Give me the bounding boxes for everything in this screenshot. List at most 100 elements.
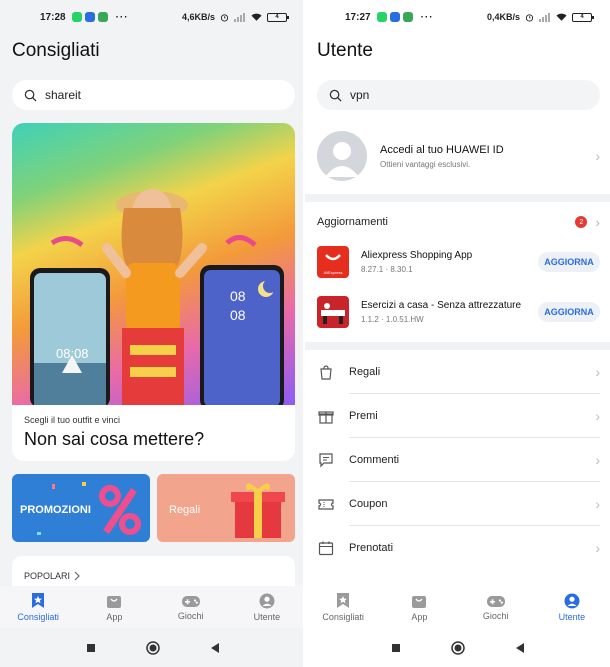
popular-label: POPOLARI bbox=[24, 571, 71, 581]
signal-icon bbox=[539, 12, 550, 22]
menu-label: Prenotati bbox=[349, 542, 394, 554]
update-button-home-workout[interactable]: AGGIORNA bbox=[538, 302, 600, 322]
menu-label: Regali bbox=[349, 366, 381, 378]
back-triangle-icon[interactable] bbox=[210, 642, 220, 654]
chevron-right-icon: › bbox=[595, 496, 600, 512]
gifts-tile[interactable]: Regali bbox=[157, 474, 295, 542]
status-time: 17:27 bbox=[345, 11, 371, 23]
banner-image: 08:08 08 08 bbox=[12, 123, 295, 410]
page-title: Consigliati bbox=[12, 40, 100, 61]
app-name: Esercizi a casa - Senza attrezzature bbox=[361, 300, 522, 311]
shield-icon bbox=[97, 12, 108, 22]
promotions-tile[interactable]: PROMOZIONI bbox=[12, 474, 150, 542]
nav-label: Utente bbox=[558, 611, 586, 622]
recents-square-icon[interactable] bbox=[86, 643, 96, 653]
search-value: vpn bbox=[350, 88, 370, 102]
avatar bbox=[317, 131, 367, 181]
menu-gifts[interactable]: Regali › bbox=[317, 350, 600, 394]
update-row-home-workout[interactable]: Esercizi a casa - Senza attrezzature 1.1… bbox=[317, 295, 600, 329]
recents-square-icon[interactable] bbox=[391, 643, 401, 653]
banner-caption: Scegli il tuo outfit e vinci Non sai cos… bbox=[12, 405, 295, 461]
updates-header[interactable]: Aggiornamenti 2 › bbox=[317, 212, 600, 232]
updates-label: Aggiornamenti bbox=[317, 216, 388, 228]
nav-recommended[interactable]: Consigliati bbox=[305, 586, 381, 628]
menu-label: Commenti bbox=[349, 454, 400, 466]
featured-banner[interactable]: 08:08 08 08 Scegli il tuo outfit e vinci… bbox=[12, 123, 295, 461]
whatsapp-icon bbox=[376, 12, 387, 22]
status-time: 17:28 bbox=[40, 11, 66, 23]
more-dots-icon: ··· bbox=[115, 11, 129, 23]
message-icon bbox=[84, 12, 95, 22]
wifi-icon bbox=[251, 13, 262, 21]
phone-left-image bbox=[30, 268, 110, 408]
chevron-right-icon: › bbox=[595, 540, 600, 556]
comment-icon bbox=[319, 453, 333, 468]
home-circle-icon[interactable] bbox=[145, 640, 160, 655]
nav-games[interactable]: Giochi bbox=[153, 586, 229, 628]
nav-label: Consigliati bbox=[322, 612, 364, 622]
recommended-screen: 17:28 ··· 4,6KB/s 4 Consigliati shareit bbox=[0, 0, 305, 667]
chevron-right-icon: › bbox=[595, 364, 600, 380]
menu-comments[interactable]: Commenti › bbox=[317, 438, 600, 482]
update-button-aliexpress[interactable]: AGGIORNA bbox=[538, 252, 600, 272]
home-circle-icon[interactable] bbox=[450, 640, 465, 655]
promotions-label: PROMOZIONI bbox=[20, 504, 91, 516]
gift-box-icon bbox=[318, 411, 334, 424]
signal-icon bbox=[234, 12, 245, 22]
gift-bag-icon bbox=[320, 365, 332, 380]
banner-title: Non sai cosa mettere? bbox=[24, 429, 205, 449]
profile-name: Accedi al tuo HUAWEI ID bbox=[380, 143, 504, 156]
phone-left-clock: 08:08 bbox=[56, 346, 89, 361]
chevron-right-icon: › bbox=[595, 408, 600, 424]
alarm-icon bbox=[220, 13, 229, 22]
updates-count-badge: 2 bbox=[575, 216, 588, 228]
banner-illustration: 08:08 08 08 bbox=[30, 189, 284, 410]
section-divider bbox=[305, 194, 610, 202]
nav-recommended[interactable]: Consigliati bbox=[0, 586, 76, 628]
star-bookmark-icon bbox=[32, 593, 45, 608]
menu-coupon[interactable]: Coupon › bbox=[317, 482, 600, 526]
menu-rewards[interactable]: Premi › bbox=[317, 394, 600, 438]
message-icon bbox=[389, 12, 400, 22]
menu-reserved[interactable]: Prenotati › bbox=[317, 526, 600, 570]
search-icon bbox=[24, 89, 37, 102]
nav-label: App bbox=[411, 611, 428, 622]
menu-label: Coupon bbox=[349, 498, 388, 510]
shield-icon bbox=[402, 12, 413, 22]
gamepad-icon bbox=[486, 595, 505, 607]
nav-label: Consigliati bbox=[17, 612, 59, 622]
back-triangle-icon[interactable] bbox=[515, 642, 525, 654]
app-version: 8.27.1 · 8.30.1 bbox=[361, 265, 413, 274]
battery-icon: 4 bbox=[267, 12, 289, 22]
huawei-id-login[interactable]: Accedi al tuo HUAWEI ID Ottieni vantaggi… bbox=[317, 128, 600, 184]
bottom-navigation: Consigliati App Giochi Utente bbox=[0, 586, 305, 628]
bag-icon bbox=[107, 595, 122, 608]
system-navigation-bar bbox=[0, 628, 305, 667]
chevron-right-icon bbox=[74, 571, 80, 581]
phone-right-clock-top: 08 bbox=[230, 288, 246, 304]
nav-apps[interactable]: App bbox=[76, 586, 152, 628]
chevron-right-icon: › bbox=[595, 148, 600, 164]
bottom-navigation: Consigliati App Giochi Utente bbox=[305, 586, 610, 628]
nav-user[interactable]: Utente bbox=[229, 586, 305, 628]
aliexpress-logo-text: AliExpress bbox=[323, 270, 343, 275]
star-bookmark-icon bbox=[337, 593, 350, 608]
profile-subtitle: Ottieni vantaggi esclusivi. bbox=[380, 159, 471, 169]
search-input[interactable]: vpn bbox=[317, 80, 600, 110]
more-dots-icon: ··· bbox=[420, 11, 434, 23]
user-icon bbox=[564, 593, 580, 608]
default-avatar-icon bbox=[325, 142, 359, 177]
nav-games[interactable]: Giochi bbox=[458, 586, 534, 628]
app-version: 1.1.2 · 1.0.51.HW bbox=[361, 315, 424, 324]
phone-right-clock-bottom: 08 bbox=[230, 307, 246, 323]
search-input[interactable]: shareit bbox=[12, 80, 295, 110]
chevron-right-icon: › bbox=[595, 214, 600, 230]
section-divider bbox=[305, 342, 610, 350]
search-icon bbox=[329, 89, 342, 102]
notification-icons bbox=[71, 12, 108, 22]
nav-user[interactable]: Utente bbox=[534, 586, 610, 628]
update-row-aliexpress[interactable]: AliExpress Aliexpress Shopping App 8.27.… bbox=[317, 245, 600, 279]
menu-label: Premi bbox=[349, 410, 378, 422]
nav-apps[interactable]: App bbox=[381, 586, 457, 628]
whatsapp-icon bbox=[71, 12, 82, 22]
